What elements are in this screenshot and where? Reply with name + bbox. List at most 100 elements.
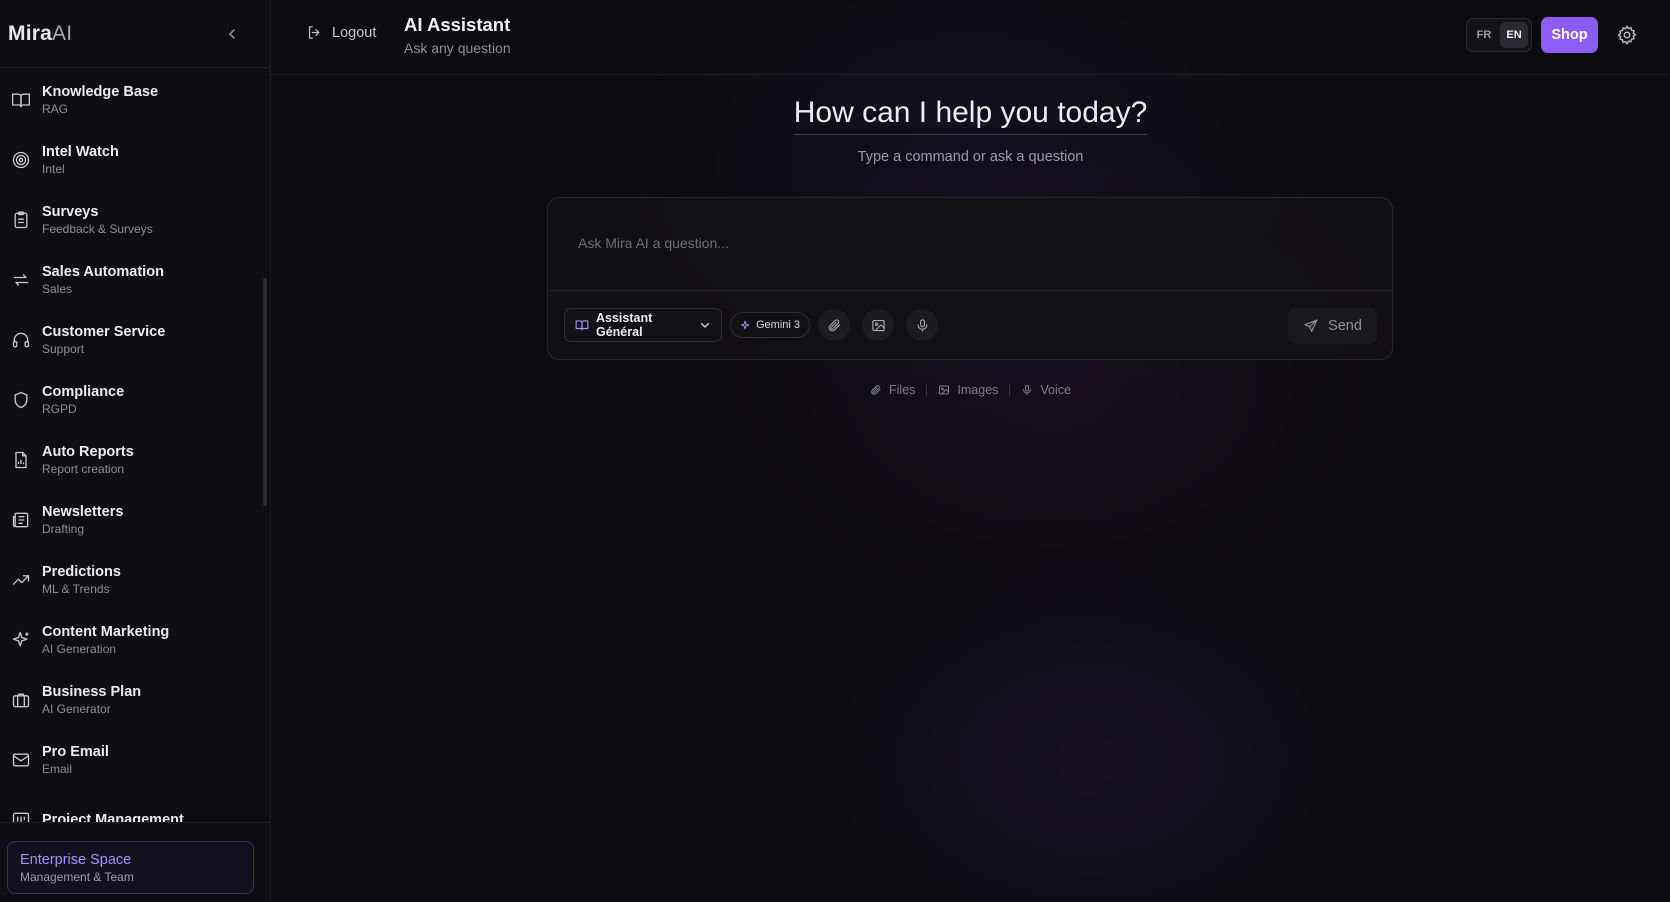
lang-fr-button[interactable]: FR — [1470, 22, 1498, 48]
sidebar-item-label: Auto Reports — [42, 444, 134, 460]
hint-label: Images — [957, 383, 999, 397]
sidebar-item-sub: Intel — [42, 162, 65, 176]
kanban-icon — [10, 809, 32, 822]
newspaper-icon — [10, 509, 32, 531]
image-icon — [939, 385, 950, 395]
send-button[interactable]: Send — [1288, 308, 1377, 344]
logout-label: Logout — [332, 24, 377, 41]
page-subtitle: Ask any question — [404, 40, 511, 56]
clipboard-icon — [10, 209, 32, 231]
lang-en-button[interactable]: EN — [1500, 22, 1528, 48]
main-area: Logout AI Assistant Ask any question FR … — [271, 0, 1670, 902]
attach-image-button[interactable] — [862, 309, 894, 341]
sidebar-item-sub: Support — [42, 342, 85, 356]
enterprise-subtitle: Management & Team — [20, 870, 134, 884]
sidebar-item-label: Intel Watch — [42, 144, 119, 160]
repeat-icon — [10, 269, 32, 291]
send-icon — [1304, 319, 1318, 332]
sidebar-item-label: Sales Automation — [42, 264, 164, 280]
sidebar-item-customer-service[interactable]: Customer Service Support — [0, 310, 270, 370]
settings-button[interactable] — [1616, 24, 1638, 46]
attach-file-button[interactable] — [818, 309, 850, 341]
sparkles-icon — [740, 320, 750, 329]
sidebar-item-sub: AI Generation — [42, 642, 117, 656]
topbar: Logout AI Assistant Ask any question FR … — [271, 0, 1670, 75]
sidebar-item-sales-automation[interactable]: Sales Automation Sales — [0, 250, 270, 310]
page-header: AI Assistant Ask any question — [404, 14, 511, 56]
sidebar-item-label: Surveys — [42, 204, 99, 220]
sidebar-item-sub: RAG — [42, 102, 69, 116]
sidebar-item-sub: RGPD — [42, 402, 77, 416]
sidebar-item-sub: Sales — [42, 282, 73, 296]
hero: How can I help you today? Type a command… — [271, 96, 1670, 165]
sidebar-header: MiraAI — [0, 0, 270, 68]
sidebar-item-label: Predictions — [42, 564, 121, 580]
sidebar-item-compliance[interactable]: Compliance RGPD — [0, 370, 270, 430]
shield-icon — [10, 389, 32, 411]
sidebar-item-label: Project Management — [42, 812, 184, 822]
sparkles-icon — [10, 629, 32, 651]
microphone-icon — [917, 318, 927, 332]
composer-divider — [548, 290, 1392, 291]
sidebar-divider — [0, 822, 270, 823]
sidebar-item-label: Customer Service — [42, 324, 166, 340]
sidebar-nav: Knowledge Base RAG Intel Watch Intel Surve… — [0, 70, 270, 822]
chat-composer: Assistant Général Gemini 3 Send — [547, 197, 1393, 360]
sidebar-item-sub: Drafting — [42, 522, 85, 536]
image-icon — [871, 319, 885, 331]
assistant-select[interactable]: Assistant Général — [564, 308, 722, 342]
hint-images: Images — [938, 383, 998, 397]
model-badge-label: Gemini 3 — [756, 319, 801, 331]
chevron-left-icon — [228, 28, 235, 39]
hint-files: Files — [870, 383, 915, 397]
voice-input-button[interactable] — [906, 309, 938, 341]
hint-divider — [1009, 384, 1011, 396]
sidebar-item-label: Pro Email — [42, 744, 109, 760]
sidebar-item-label: Content Marketing — [42, 624, 170, 640]
target-icon — [10, 149, 32, 171]
microphone-icon — [1023, 385, 1032, 395]
headphones-icon — [10, 329, 32, 351]
gear-icon — [1617, 25, 1637, 45]
capability-hints: Files Images Voice — [271, 383, 1670, 397]
trending-up-icon — [10, 569, 32, 591]
sidebar-item-pro-email[interactable]: Pro Email Email — [0, 730, 270, 790]
sidebar-item-knowledge-base[interactable]: Knowledge Base RAG — [0, 70, 270, 130]
report-icon — [10, 449, 32, 471]
paperclip-icon — [871, 385, 881, 395]
hint-divider — [926, 384, 928, 396]
sidebar-item-label: Compliance — [42, 384, 125, 400]
send-label: Send — [1328, 318, 1362, 334]
sidebar-item-project-management[interactable]: Project Management — [0, 790, 270, 822]
sidebar-item-predictions[interactable]: Predictions ML & Trends — [0, 550, 270, 610]
sidebar: MiraAI Knowledge Base RAG Intel Watch Inte… — [0, 0, 271, 902]
sidebar-item-label: Knowledge Base — [42, 84, 159, 100]
sidebar-item-newsletters[interactable]: Newsletters Drafting — [0, 490, 270, 550]
collapse-sidebar-button[interactable] — [222, 24, 242, 44]
sidebar-item-surveys[interactable]: Surveys Feedback & Surveys — [0, 190, 270, 250]
sidebar-item-intel-watch[interactable]: Intel Watch Intel — [0, 130, 270, 190]
mail-icon — [10, 749, 32, 771]
sidebar-scrollbar[interactable] — [263, 278, 267, 506]
sidebar-item-auto-reports[interactable]: Auto Reports Report creation — [0, 430, 270, 490]
sidebar-item-content-marketing[interactable]: Content Marketing AI Generation — [0, 610, 270, 670]
sidebar-item-sub: Report creation — [42, 462, 125, 476]
model-badge[interactable]: Gemini 3 — [730, 312, 811, 338]
paperclip-icon — [828, 318, 840, 331]
hint-label: Files — [889, 383, 916, 397]
book-icon — [575, 320, 589, 331]
logout-button[interactable]: Logout — [306, 24, 376, 41]
enterprise-space-button[interactable]: Enterprise Space Management & Team — [7, 841, 254, 894]
shop-button[interactable]: Shop — [1541, 17, 1598, 53]
book-icon — [10, 89, 32, 111]
sidebar-item-sub: ML & Trends — [42, 582, 110, 596]
chat-input[interactable] — [578, 228, 1358, 258]
hero-subtitle: Type a command or ask a question — [857, 149, 1084, 165]
sidebar-item-sub: Feedback & Surveys — [42, 222, 153, 236]
sidebar-item-business-plan[interactable]: Business Plan AI Generator — [0, 670, 270, 730]
enterprise-title: Enterprise Space — [20, 852, 132, 868]
assistant-select-label: Assistant Général — [596, 311, 653, 339]
hint-voice: Voice — [1021, 383, 1071, 397]
hero-title: How can I help you today? — [793, 96, 1148, 135]
sidebar-item-sub: Email — [42, 762, 73, 776]
